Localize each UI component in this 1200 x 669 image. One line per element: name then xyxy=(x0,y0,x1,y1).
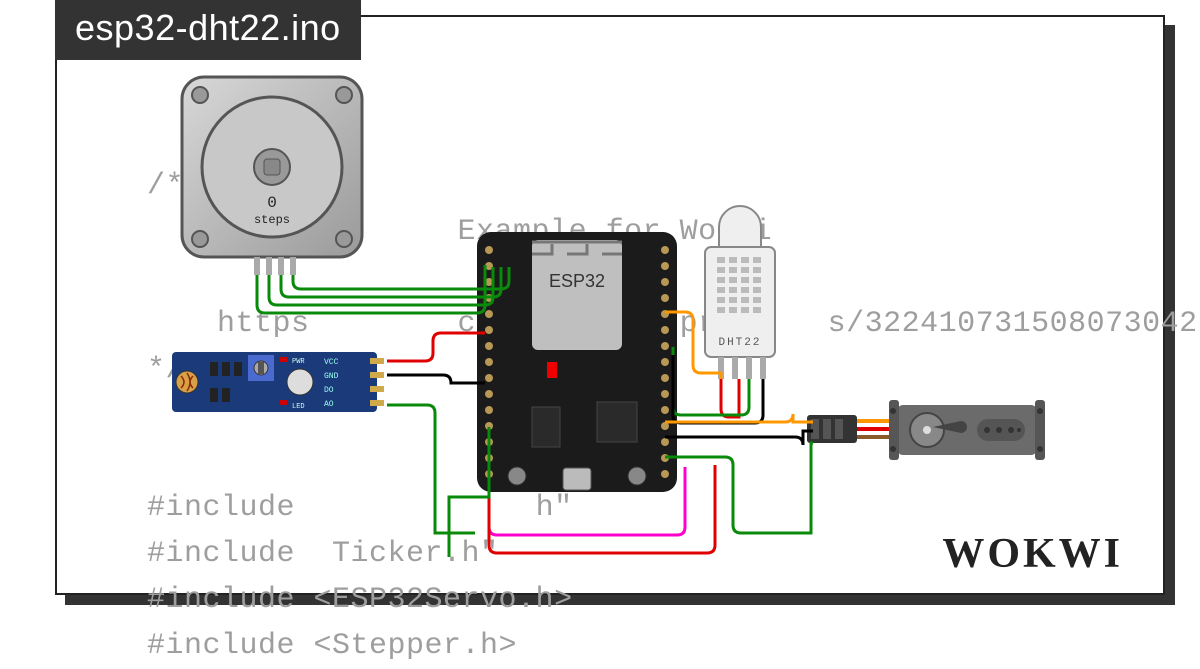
code-line: */ xyxy=(147,353,184,387)
code-line: h" xyxy=(536,491,573,525)
code-block: /** ESP32 Example for Wokwi https com/ar… xyxy=(147,117,1198,669)
code-line: #include xyxy=(147,491,295,525)
file-tab[interactable]: esp32-dht22.ino xyxy=(55,0,361,60)
code-line: https xyxy=(217,307,310,341)
code-line: #include <ESP32Servo.h> xyxy=(147,583,573,617)
brand-logo: WOKWI xyxy=(942,533,1123,575)
code-line: #include Ticker.h" xyxy=(147,537,499,571)
code-line: ESP32 xyxy=(217,215,310,249)
code-line: #include <Stepper.h> xyxy=(147,629,517,663)
code-line: s/322410731508073042 xyxy=(828,307,1198,341)
code-line: com/arduino/proj xyxy=(458,307,754,341)
code-line: Example for Wokwi xyxy=(458,215,773,249)
code-line: /** xyxy=(147,169,203,203)
card: /** ESP32 Example for Wokwi https com/ar… xyxy=(55,15,1165,595)
file-tab-label: esp32-dht22.ino xyxy=(75,7,341,48)
